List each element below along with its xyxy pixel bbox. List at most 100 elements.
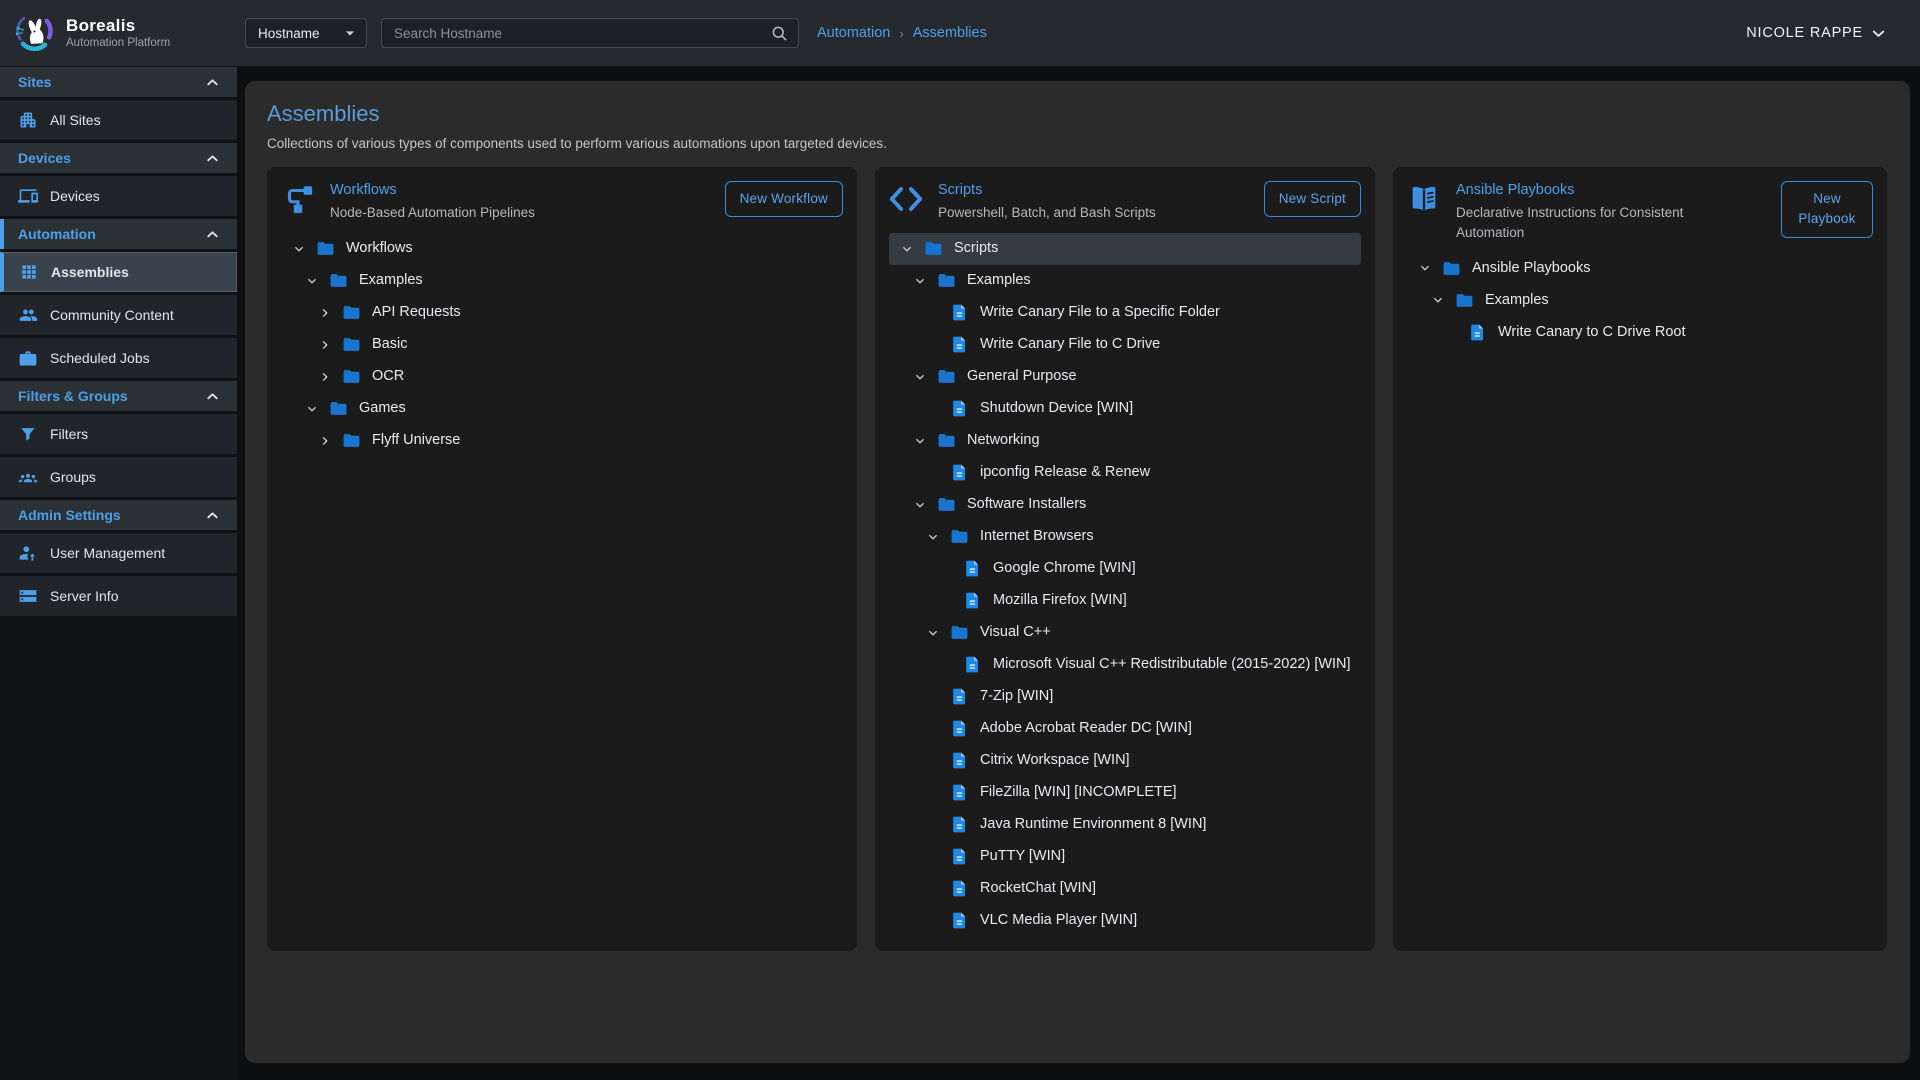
tree-item-vlc-media-player-win[interactable]: VLC Media Player [WIN] [889,905,1361,937]
tree-item-citrix-workspace-win[interactable]: Citrix Workspace [WIN] [889,745,1361,777]
sidebar-section-automation[interactable]: Automation [0,219,237,249]
sidebar-item-label: Community Content [50,307,174,323]
folder-icon [1455,291,1474,310]
new-workflow-button[interactable]: New Workflow [725,181,843,217]
tree-item-label: API Requests [372,302,461,322]
sidebar-item-assemblies[interactable]: Assemblies [0,252,237,292]
chevron-spacer [925,753,941,769]
sidebar-item-server-info[interactable]: Server Info [0,576,237,616]
chevron-right-icon[interactable] [317,369,333,385]
tree-item-visual-c[interactable]: Visual C++ [889,617,1361,649]
tree-item-label: Visual C++ [980,622,1051,642]
tree-item-microsoft-visual-c-redistributable-2015-2022-win[interactable]: Microsoft Visual C++ Redistributable (20… [889,649,1361,681]
sidebar-item-all-sites[interactable]: All Sites [0,100,237,140]
tree-item-label: Citrix Workspace [WIN] [980,750,1130,770]
scripts-card-header: Scripts Powershell, Batch, and Bash Scri… [889,181,1361,223]
scripts-card-title: Scripts [938,182,1254,198]
sidebar-item-groups[interactable]: Groups [0,457,237,497]
chevron-down-icon[interactable] [912,369,928,385]
sidebar-item-scheduled-jobs[interactable]: Scheduled Jobs [0,338,237,378]
workflows-card-header: Workflows Node-Based Automation Pipeline… [281,181,843,223]
chevron-spacer [925,849,941,865]
tree-item-ansible-playbooks[interactable]: Ansible Playbooks [1407,252,1873,284]
chevron-down-icon[interactable] [912,273,928,289]
folder-icon [950,623,969,642]
tree-item-general-purpose[interactable]: General Purpose [889,361,1361,393]
assembly-cards: Workflows Node-Based Automation Pipeline… [267,167,1888,951]
tree-item-label: ipconfig Release & Renew [980,462,1150,482]
chevron-right-icon[interactable] [317,433,333,449]
folder-icon [342,303,361,322]
tree-item-ocr[interactable]: OCR [281,361,843,393]
tree-item-ipconfig-release-renew[interactable]: ipconfig Release & Renew [889,457,1361,489]
new-playbook-button[interactable]: New Playbook [1781,181,1873,238]
tree-item-mozilla-firefox-win[interactable]: Mozilla Firefox [WIN] [889,585,1361,617]
sidebar-item-filters[interactable]: Filters [0,414,237,454]
search-box[interactable] [381,18,799,48]
tree-item-examples[interactable]: Examples [889,265,1361,297]
sidebar-section-admin-settings[interactable]: Admin Settings [0,500,237,530]
sidebar-section-sites[interactable]: Sites [0,67,237,97]
chevron-up-icon [204,388,221,405]
tree-item-putty-win[interactable]: PuTTY [WIN] [889,841,1361,873]
code-icon [889,182,925,218]
chevron-down-icon[interactable] [912,497,928,513]
tree-item-flyff-universe[interactable]: Flyff Universe [281,425,843,457]
chevron-spacer [925,305,941,321]
chevron-down-icon[interactable] [925,529,941,545]
ansible-card-subtitle: Declarative Instructions for Consistent … [1456,203,1706,242]
section-title: Admin Settings [18,507,121,523]
tree-item-label: Java Runtime Environment 8 [WIN] [980,814,1206,834]
tree-item-software-installers[interactable]: Software Installers [889,489,1361,521]
chevron-down-icon[interactable] [912,433,928,449]
sidebar-item-devices[interactable]: Devices [0,176,237,216]
chevron-right-icon[interactable] [317,305,333,321]
user-menu[interactable]: NICOLE RAPPE [1746,24,1888,43]
tree-item-label: OCR [372,366,404,386]
tree-item-examples[interactable]: Examples [1407,284,1873,316]
tree-item-7-zip-win[interactable]: 7-Zip [WIN] [889,681,1361,713]
sidebar-item-user-management[interactable]: User Management [0,533,237,573]
breadcrumb-automation[interactable]: Automation [817,25,890,41]
chevron-down-icon[interactable] [291,241,307,257]
tree-item-write-canary-to-c-drive-root[interactable]: Write Canary to C Drive Root [1407,316,1873,348]
sidebar-item-community-content[interactable]: Community Content [0,295,237,335]
chevron-spacer [925,337,941,353]
sidebar-section-devices[interactable]: Devices [0,143,237,173]
tree-item-write-canary-file-to-c-drive[interactable]: Write Canary File to C Drive [889,329,1361,361]
sidebar-item-label: User Management [50,545,165,561]
new-script-button[interactable]: New Script [1264,181,1361,217]
search-input[interactable] [394,26,770,41]
tree-item-google-chrome-win[interactable]: Google Chrome [WIN] [889,553,1361,585]
sidebar-section-filters-groups[interactable]: Filters & Groups [0,381,237,411]
tree-item-write-canary-file-to-a-specific-folder[interactable]: Write Canary File to a Specific Folder [889,297,1361,329]
chevron-down-icon[interactable] [899,241,915,257]
tree-item-label: Write Canary File to a Specific Folder [980,302,1220,322]
chevron-down-icon[interactable] [1417,260,1433,276]
chevron-down-icon[interactable] [304,401,320,417]
tree-item-workflows[interactable]: Workflows [281,233,843,265]
tree-item-java-runtime-environment-8-win[interactable]: Java Runtime Environment 8 [WIN] [889,809,1361,841]
file-icon [963,655,982,674]
chevron-down-icon[interactable] [1430,292,1446,308]
chevron-right-icon[interactable] [317,337,333,353]
hostname-select[interactable]: Hostname [245,18,367,48]
assemblies-panel: Assemblies Collections of various types … [245,81,1910,1063]
tree-item-scripts[interactable]: Scripts [889,233,1361,265]
tree-item-label: 7-Zip [WIN] [980,686,1053,706]
building-icon [18,110,38,130]
ansible-tree: Ansible PlaybooksExamplesWrite Canary to… [1407,252,1873,348]
tree-item-rocketchat-win[interactable]: RocketChat [WIN] [889,873,1361,905]
chevron-down-icon[interactable] [304,273,320,289]
breadcrumb-assemblies[interactable]: Assemblies [913,25,987,41]
tree-item-shutdown-device-win[interactable]: Shutdown Device [WIN] [889,393,1361,425]
tree-item-adobe-acrobat-reader-dc-win[interactable]: Adobe Acrobat Reader DC [WIN] [889,713,1361,745]
tree-item-api-requests[interactable]: API Requests [281,297,843,329]
chevron-down-icon[interactable] [925,625,941,641]
tree-item-networking[interactable]: Networking [889,425,1361,457]
tree-item-basic[interactable]: Basic [281,329,843,361]
tree-item-internet-browsers[interactable]: Internet Browsers [889,521,1361,553]
tree-item-filezilla-win-incomplete[interactable]: FileZilla [WIN] [INCOMPLETE] [889,777,1361,809]
tree-item-examples[interactable]: Examples [281,265,843,297]
tree-item-games[interactable]: Games [281,393,843,425]
